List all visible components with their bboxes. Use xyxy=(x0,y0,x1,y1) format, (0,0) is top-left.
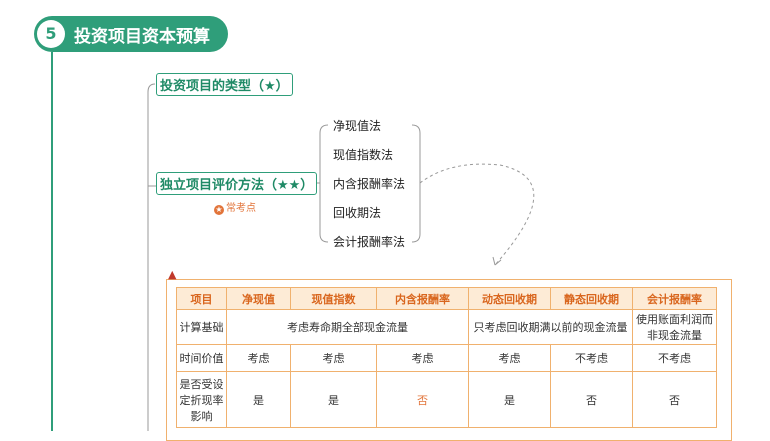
table-cell: 考虑 xyxy=(226,344,291,372)
methods-left-bracket xyxy=(319,124,329,243)
table-row: 是否受设定折现率影响 是 是 否 是 否 否 xyxy=(176,371,717,428)
row-label: 是否受设定折现率影响 xyxy=(176,371,227,428)
table-cell: 使用账面利润而非现金流量 xyxy=(632,309,717,345)
table-header: 净现值 xyxy=(226,287,291,310)
table-cell: 是 xyxy=(468,371,551,428)
table-cell: 考虑 xyxy=(376,344,469,372)
row-label: 计算基础 xyxy=(176,309,227,345)
frequent-topic-label: 常考点 xyxy=(226,203,256,214)
chapter-number: 5 xyxy=(37,20,65,48)
table-header-row: 项目 净现值 现值指数 内含报酬率 动态回收期 静态回收期 会计报酬率 xyxy=(176,287,717,310)
table-cell: 是 xyxy=(226,371,291,428)
chapter-title: 投资项目资本预算 xyxy=(74,27,210,47)
table-header: 项目 xyxy=(176,287,227,310)
table-cell: 不考虑 xyxy=(550,344,633,372)
row-label: 时间价值 xyxy=(176,344,227,372)
dashed-arrow-line xyxy=(419,163,535,266)
frequent-topic-tag: ★ 常考点 xyxy=(214,199,256,215)
branch-evaluation-methods: 独立项目评价方法（★★） xyxy=(156,172,318,195)
table-header: 内含报酬率 xyxy=(376,287,469,310)
star-icon: ★ xyxy=(214,205,224,215)
methods-right-bracket xyxy=(411,124,421,243)
branch-trunk-line xyxy=(147,83,156,431)
table-cell: 考虑 xyxy=(468,344,551,372)
table-cell: 考虑 xyxy=(290,344,377,372)
method-irr: 内含报酬率法 xyxy=(333,177,406,191)
dashed-arrow-head xyxy=(492,256,502,266)
table-row: 时间价值 考虑 考虑 考虑 考虑 不考虑 不考虑 xyxy=(176,344,717,372)
table-cell: 只考虑回收期满以前的现金流量 xyxy=(468,309,633,345)
table-header: 静态回收期 xyxy=(550,287,633,310)
table-header: 动态回收期 xyxy=(468,287,551,310)
table-cell-highlight: 否 xyxy=(376,371,469,428)
table-cell: 否 xyxy=(550,371,633,428)
method-npv: 净现值法 xyxy=(333,119,382,133)
table-cell: 是 xyxy=(290,371,377,428)
table-cell: 不考虑 xyxy=(632,344,717,372)
method-pi: 现值指数法 xyxy=(333,148,394,162)
comparison-table: 项目 净现值 现值指数 内含报酬率 动态回收期 静态回收期 会计报酬率 计算基础… xyxy=(176,287,717,428)
method-arr: 会计报酬率法 xyxy=(333,235,406,249)
pin-icon: ▲ xyxy=(168,268,177,281)
method-payback: 回收期法 xyxy=(333,206,382,220)
branch-project-types: 投资项目的类型（★） xyxy=(156,73,293,96)
table-cell: 否 xyxy=(632,371,717,428)
table-header: 会计报酬率 xyxy=(632,287,717,310)
table-row: 计算基础 考虑寿命期全部现金流量 只考虑回收期满以前的现金流量 使用账面利润而非… xyxy=(176,309,717,345)
table-header: 现值指数 xyxy=(290,287,377,310)
table-cell: 考虑寿命期全部现金流量 xyxy=(226,309,469,345)
